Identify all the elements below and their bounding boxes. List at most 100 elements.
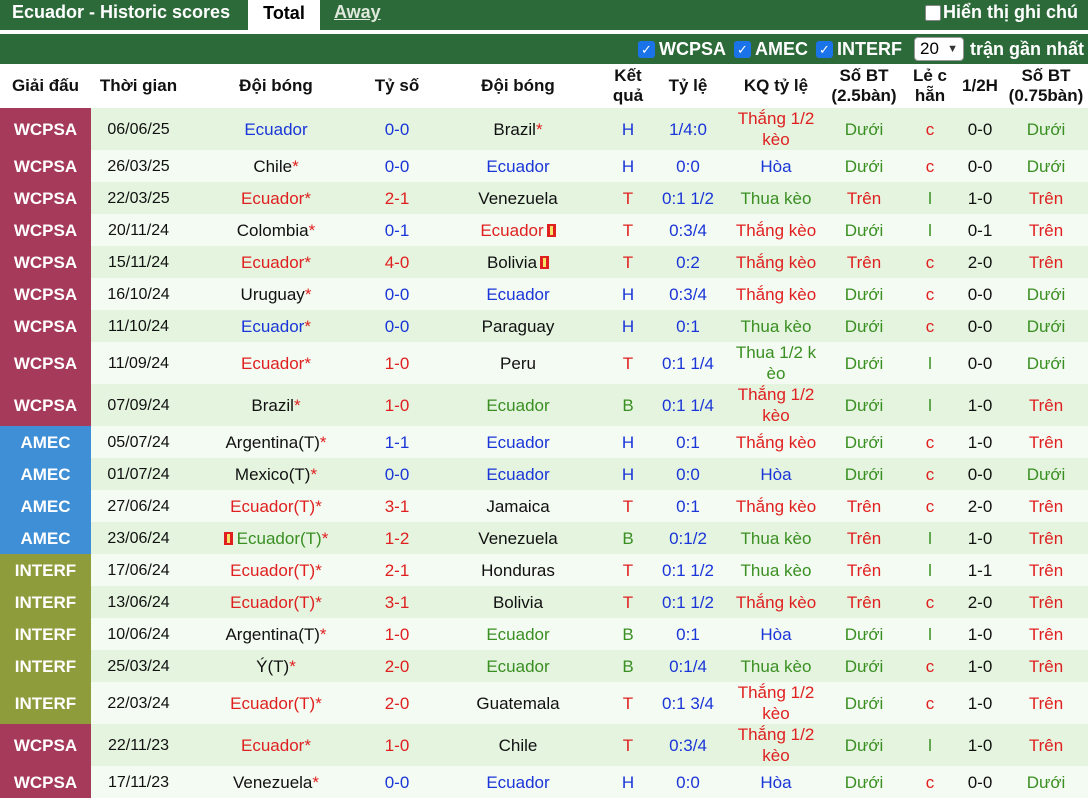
- home-team[interactable]: Ecuador: [241, 253, 304, 272]
- odds: 0:1/4: [648, 650, 728, 682]
- away-team[interactable]: Ecuador: [486, 773, 549, 792]
- league-badge[interactable]: INTERF: [0, 682, 91, 724]
- league-badge[interactable]: WCPSA: [0, 766, 91, 798]
- score[interactable]: 0-1: [385, 221, 410, 240]
- home-team[interactable]: Ecuador: [241, 736, 304, 755]
- away-team[interactable]: Venezuela: [478, 189, 557, 208]
- score[interactable]: 0-0: [385, 285, 410, 304]
- league-badge[interactable]: WCPSA: [0, 278, 91, 310]
- score[interactable]: 0-0: [385, 465, 410, 484]
- away-team[interactable]: Ecuador: [486, 157, 549, 176]
- score[interactable]: 1-2: [385, 529, 410, 548]
- away-team-cell: Brazil*: [428, 108, 608, 150]
- show-notes-label: Hiển thị ghi chú: [943, 2, 1078, 22]
- away-team[interactable]: Bolivia: [487, 253, 537, 272]
- league-badge[interactable]: WCPSA: [0, 246, 91, 278]
- league-badge[interactable]: WCPSA: [0, 182, 91, 214]
- home-team[interactable]: Chile: [253, 157, 292, 176]
- score[interactable]: 4-0: [385, 253, 410, 272]
- home-team[interactable]: Ecuador(T): [237, 529, 322, 548]
- away-team[interactable]: Guatemala: [476, 694, 559, 713]
- score[interactable]: 0-0: [385, 317, 410, 336]
- over-under-075: Trên: [1004, 618, 1088, 650]
- home-team[interactable]: Ý(T): [256, 657, 289, 676]
- league-badge[interactable]: WCPSA: [0, 724, 91, 766]
- league-badge[interactable]: WCPSA: [0, 342, 91, 384]
- home-team[interactable]: Argentina(T): [225, 433, 319, 452]
- home-team[interactable]: Ecuador(T): [230, 593, 315, 612]
- score[interactable]: 2-0: [385, 694, 410, 713]
- away-team[interactable]: Ecuador: [486, 625, 549, 644]
- league-badge[interactable]: INTERF: [0, 554, 91, 586]
- away-team[interactable]: Ecuador: [486, 433, 549, 452]
- league-badge[interactable]: AMEC: [0, 522, 91, 554]
- away-team[interactable]: Jamaica: [486, 497, 549, 516]
- league-badge[interactable]: WCPSA: [0, 214, 91, 246]
- home-team[interactable]: Uruguay: [241, 285, 305, 304]
- home-team[interactable]: Ecuador(T): [230, 561, 315, 580]
- home-team[interactable]: Argentina(T): [225, 625, 319, 644]
- score[interactable]: 1-0: [385, 354, 410, 373]
- home-team[interactable]: Ecuador: [244, 120, 307, 139]
- away-team[interactable]: Ecuador: [486, 465, 549, 484]
- away-team[interactable]: Honduras: [481, 561, 555, 580]
- away-team[interactable]: Bolivia: [493, 593, 543, 612]
- tab-away[interactable]: Away: [334, 2, 381, 23]
- score[interactable]: 0-0: [385, 773, 410, 792]
- tab-total[interactable]: Total: [248, 0, 320, 30]
- score[interactable]: 1-0: [385, 736, 410, 755]
- home-team[interactable]: Ecuador(T): [230, 694, 315, 713]
- league-badge[interactable]: AMEC: [0, 490, 91, 522]
- filter-wcpsa[interactable]: ✓ WCPSA: [637, 39, 726, 60]
- league-badge[interactable]: INTERF: [0, 650, 91, 682]
- score[interactable]: 0-0: [385, 120, 410, 139]
- away-team[interactable]: Chile: [499, 736, 538, 755]
- match-count-select[interactable]: 20 ▼: [913, 37, 964, 61]
- league-badge[interactable]: WCPSA: [0, 150, 91, 182]
- score[interactable]: 0-0: [385, 157, 410, 176]
- league-badge[interactable]: WCPSA: [0, 108, 91, 150]
- league-badge[interactable]: AMEC: [0, 458, 91, 490]
- league-badge[interactable]: INTERF: [0, 586, 91, 618]
- home-team[interactable]: Ecuador(T): [230, 497, 315, 516]
- league-badge[interactable]: AMEC: [0, 426, 91, 458]
- home-team[interactable]: Colombia: [237, 221, 309, 240]
- away-team[interactable]: Ecuador: [480, 221, 543, 240]
- away-team[interactable]: Venezuela: [478, 529, 557, 548]
- score-cell: 3-1: [366, 490, 428, 522]
- home-team[interactable]: Mexico(T): [235, 465, 311, 484]
- home-team[interactable]: Ecuador: [241, 354, 304, 373]
- away-team[interactable]: Brazil: [493, 120, 536, 139]
- checkbox-checked-icon[interactable]: ✓: [733, 40, 751, 58]
- match-date: 22/11/23: [91, 724, 186, 766]
- score[interactable]: 3-1: [385, 497, 410, 516]
- score[interactable]: 1-0: [385, 625, 410, 644]
- away-team[interactable]: Paraguay: [482, 317, 555, 336]
- score[interactable]: 1-1: [385, 433, 410, 452]
- checkbox-checked-icon[interactable]: ✓: [815, 40, 833, 58]
- home-team[interactable]: Brazil: [251, 396, 294, 415]
- odds-result: Thắng kèo: [728, 278, 824, 310]
- away-team[interactable]: Ecuador: [486, 396, 549, 415]
- score[interactable]: 2-1: [385, 561, 410, 580]
- league-badge[interactable]: WCPSA: [0, 310, 91, 342]
- home-team[interactable]: Venezuela: [233, 773, 312, 792]
- home-team[interactable]: Ecuador: [241, 317, 304, 336]
- score[interactable]: 3-1: [385, 593, 410, 612]
- away-team[interactable]: Ecuador: [486, 657, 549, 676]
- match-result: T: [608, 490, 648, 522]
- away-team[interactable]: Peru: [500, 354, 536, 373]
- league-badge[interactable]: WCPSA: [0, 384, 91, 426]
- home-team[interactable]: Ecuador: [241, 189, 304, 208]
- score[interactable]: 2-1: [385, 189, 410, 208]
- away-team[interactable]: Ecuador: [486, 285, 549, 304]
- show-notes-checkbox[interactable]: [925, 4, 941, 21]
- league-badge[interactable]: INTERF: [0, 618, 91, 650]
- score[interactable]: 2-0: [385, 657, 410, 676]
- odds: 0:1 1/2: [648, 182, 728, 214]
- checkbox-checked-icon[interactable]: ✓: [637, 40, 655, 58]
- show-notes-toggle[interactable]: Hiển thị ghi chú: [925, 2, 1078, 23]
- filter-interf[interactable]: ✓ INTERF: [815, 39, 902, 60]
- score[interactable]: 1-0: [385, 396, 410, 415]
- filter-amec[interactable]: ✓ AMEC: [733, 39, 808, 60]
